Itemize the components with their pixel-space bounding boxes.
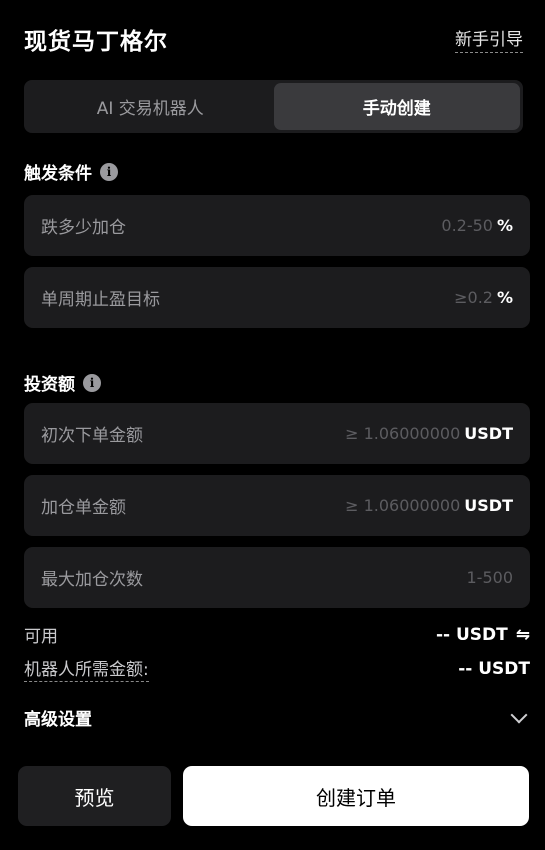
available-value: -- USDT [435,624,508,645]
required-amount-value: -- USDT [458,658,530,679]
max-add-count-input[interactable]: 最大加仓次数 1-500 [24,547,530,608]
create-order-button[interactable]: 创建订单 [183,766,529,826]
advanced-settings-toggle[interactable]: 高级设置 [24,705,530,730]
take-profit-unit: % [496,288,513,307]
available-row: 可用 -- USDT ⇋ [24,622,530,648]
add-order-amount-unit: USDT [464,496,513,515]
trigger-info-icon[interactable]: i [100,162,118,181]
add-order-amount-label: 加仓单金额 [41,498,126,518]
max-add-count-placeholder: 1-500 [466,568,514,587]
trigger-section-title: 触发条件 i [24,159,118,184]
available-label: 可用 [24,627,58,647]
drop-add-position-label: 跌多少加仓 [41,218,126,238]
investment-title-text: 投资额 [24,375,75,395]
add-order-amount-input[interactable]: 加仓单金额 ≥ 1.06000000 USDT [24,475,530,536]
trigger-title-text: 触发条件 [24,164,92,184]
page-title: 现货马丁格尔 [24,29,168,55]
advanced-settings-label: 高级设置 [24,710,92,730]
investment-section-title: 投资额 i [24,370,101,395]
chevron-down-icon [510,706,528,723]
take-profit-input[interactable]: 单周期止盈目标 ≥0.2 % [24,267,530,328]
drop-add-position-unit: % [496,216,513,235]
max-add-count-label: 最大加仓次数 [41,570,143,590]
header: 现货马丁格尔 新手引导 [24,22,523,56]
mode-tabs: AI 交易机器人 手动创建 [24,80,523,133]
tab-manual-create[interactable]: 手动创建 [273,83,520,130]
investment-info-icon[interactable]: i [83,373,101,392]
take-profit-placeholder: ≥0.2 [454,288,493,307]
take-profit-label: 单周期止盈目标 [41,290,160,310]
initial-order-amount-input[interactable]: 初次下单金额 ≥ 1.06000000 USDT [24,403,530,464]
initial-order-amount-unit: USDT [464,424,513,443]
initial-order-amount-placeholder: ≥ 1.06000000 [345,424,461,443]
drop-add-position-placeholder: 0.2-50 [441,216,493,235]
beginner-guide-link[interactable]: 新手引导 [455,25,523,53]
required-amount-label[interactable]: 机器人所需金额: [24,655,149,682]
required-amount-row: 机器人所需金额: -- USDT [24,655,530,682]
drop-add-position-input[interactable]: 跌多少加仓 0.2-50 % [24,195,530,256]
swap-icon[interactable]: ⇋ [516,625,530,645]
tab-ai-bot[interactable]: AI 交易机器人 [27,83,274,130]
initial-order-amount-label: 初次下单金额 [41,426,143,446]
preview-button[interactable]: 预览 [18,766,171,826]
add-order-amount-placeholder: ≥ 1.06000000 [345,496,461,515]
